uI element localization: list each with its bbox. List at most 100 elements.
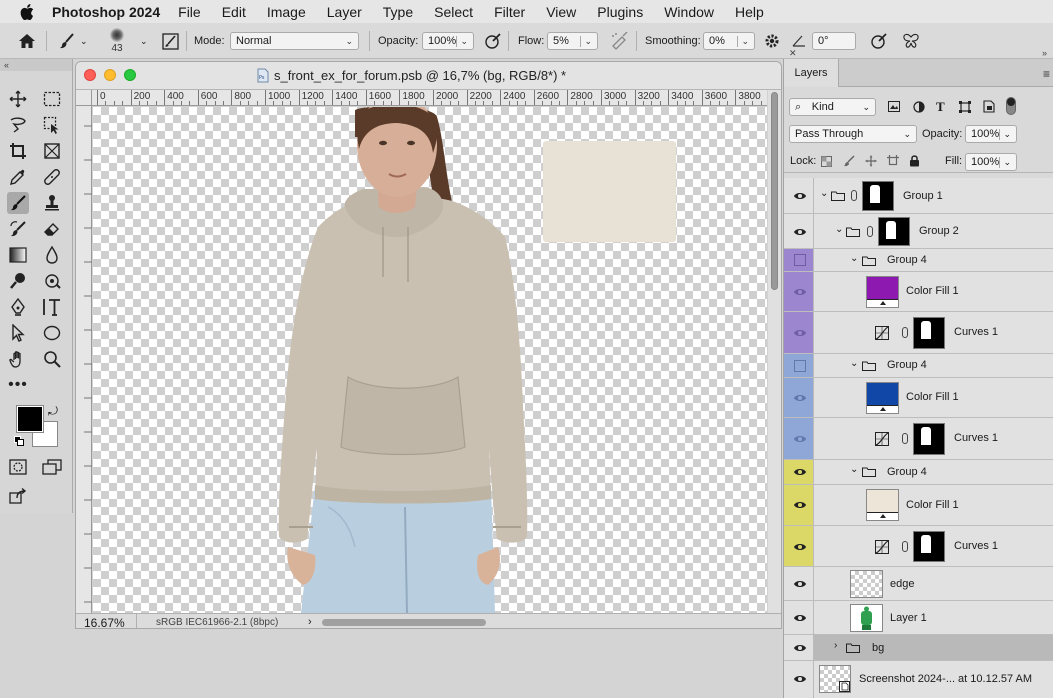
- path-selection-tool[interactable]: [7, 322, 29, 344]
- tool-preset-picker[interactable]: ⌄: [58, 23, 88, 59]
- brush-picker-chevron[interactable]: ⌄: [140, 23, 148, 59]
- tools-panel-header[interactable]: «: [0, 59, 72, 71]
- visibility-eye-icon[interactable]: [793, 613, 807, 623]
- minimize-window-button[interactable]: [104, 69, 116, 81]
- visibility-eye-icon[interactable]: [793, 467, 807, 477]
- layer-row[interactable]: ⌄ Group 2: [784, 214, 1053, 249]
- visibility-eye-icon[interactable]: [793, 643, 807, 653]
- visibility-eye-icon[interactable]: [793, 287, 807, 297]
- menu-edit[interactable]: Edit: [222, 4, 246, 20]
- filter-shape-icon[interactable]: [959, 101, 971, 113]
- layer-opacity-input[interactable]: 100% ⌄: [965, 125, 1017, 143]
- menu-file[interactable]: File: [178, 4, 201, 20]
- menu-type[interactable]: Type: [383, 4, 413, 20]
- panel-collapse-icon[interactable]: »: [1042, 48, 1047, 58]
- dodge-tool[interactable]: [7, 270, 29, 292]
- edit-toolbar-button[interactable]: •••: [7, 374, 29, 396]
- layer-row[interactable]: › bg: [784, 635, 1053, 661]
- share-button[interactable]: [7, 485, 29, 507]
- layer-mask-thumbnail[interactable]: [862, 181, 894, 211]
- foreground-color-swatch[interactable]: [16, 405, 44, 433]
- ellipse-tool[interactable]: [41, 322, 63, 344]
- color-profile-info[interactable]: sRGB IEC61966-2.1 (8bpc): [156, 617, 278, 628]
- menu-layer[interactable]: Layer: [327, 4, 362, 20]
- smart-object-thumbnail[interactable]: [819, 665, 851, 693]
- layer-mask-thumbnail[interactable]: [913, 531, 945, 562]
- menu-plugins[interactable]: Plugins: [597, 4, 643, 20]
- vertical-ruler[interactable]: [76, 106, 92, 614]
- crop-tool[interactable]: [7, 140, 29, 162]
- clone-stamp-tool[interactable]: [41, 192, 63, 214]
- fill-thumbnail[interactable]: [866, 382, 899, 414]
- layer-fill-input[interactable]: 100% ⌄: [965, 153, 1017, 171]
- brush-tool[interactable]: [7, 192, 29, 214]
- visibility-eye-icon[interactable]: [793, 579, 807, 589]
- gradient-tool[interactable]: [7, 244, 29, 266]
- layer-row[interactable]: edge: [784, 567, 1053, 601]
- filter-kind-select[interactable]: ⌕ Kind ⌄: [789, 98, 876, 116]
- symmetry-button[interactable]: [902, 23, 920, 59]
- layer-mask-thumbnail[interactable]: [913, 423, 945, 455]
- lock-transparent-pixels-icon[interactable]: [821, 156, 832, 167]
- blend-mode-select[interactable]: Normal ⌄: [230, 32, 359, 50]
- layer-row[interactable]: Color Fill 1: [784, 272, 1053, 312]
- smoothing-input[interactable]: 0% ⌄: [703, 32, 755, 50]
- horizontal-ruler[interactable]: 0 200 400 600 800 1000 1200 1400 1600 1800 2000 220…: [92, 90, 767, 106]
- mask-link-icon[interactable]: [867, 226, 873, 237]
- menu-image[interactable]: Image: [267, 4, 306, 20]
- vertical-scrollbar[interactable]: [768, 90, 781, 613]
- status-info-chevron[interactable]: ›: [308, 616, 312, 628]
- mask-link-icon[interactable]: [902, 327, 908, 338]
- mask-link-icon[interactable]: [851, 190, 857, 201]
- filter-pixel-icon[interactable]: [888, 101, 900, 112]
- layer-thumbnail[interactable]: [850, 604, 883, 632]
- default-colors-button[interactable]: [14, 436, 24, 446]
- fill-thumbnail[interactable]: [866, 489, 899, 521]
- menu-filter[interactable]: Filter: [494, 4, 525, 20]
- eyedropper-tool[interactable]: [7, 166, 29, 188]
- layer-row[interactable]: ⌄ Group 4: [784, 354, 1053, 378]
- frame-tool[interactable]: [41, 140, 63, 162]
- layer-row[interactable]: ⌄ Group 4: [784, 249, 1053, 272]
- menu-help[interactable]: Help: [735, 4, 764, 20]
- layer-row[interactable]: Curves 1: [784, 312, 1053, 354]
- visibility-eye-icon[interactable]: [793, 191, 807, 201]
- layer-blend-mode-select[interactable]: Pass Through ⌄: [789, 125, 917, 143]
- fill-thumbnail[interactable]: [866, 276, 899, 308]
- expand-chevron-icon[interactable]: ⌄: [820, 188, 828, 199]
- lock-image-pixels-icon[interactable]: [843, 155, 855, 167]
- opacity-input[interactable]: 100% ⌄: [422, 32, 474, 50]
- visibility-eye-icon[interactable]: [793, 674, 807, 684]
- smudge-tool[interactable]: [41, 270, 63, 292]
- flow-input[interactable]: 5% ⌄: [547, 32, 598, 50]
- expand-chevron-icon[interactable]: ⌄: [850, 358, 858, 369]
- zoom-window-button[interactable]: [124, 69, 136, 81]
- eraser-tool[interactable]: [41, 218, 63, 240]
- visibility-eye-icon[interactable]: [793, 227, 807, 237]
- layer-row[interactable]: Layer 1: [784, 601, 1053, 635]
- home-button[interactable]: [18, 23, 36, 59]
- pressure-opacity-toggle[interactable]: [484, 23, 502, 59]
- collapse-chevron-icon[interactable]: ›: [834, 640, 837, 651]
- mask-link-icon[interactable]: [902, 433, 908, 444]
- filter-smart-object-icon[interactable]: [983, 100, 995, 113]
- swap-colors-button[interactable]: ⤾: [48, 404, 58, 419]
- healing-brush-tool[interactable]: [41, 166, 63, 188]
- app-name-menu[interactable]: Photoshop 2024: [52, 4, 160, 20]
- layer-mask-thumbnail[interactable]: [878, 217, 910, 246]
- brush-size-picker[interactable]: 43: [110, 23, 124, 59]
- horizontal-scroll-thumb[interactable]: [322, 619, 486, 626]
- brush-angle-input[interactable]: 0°: [812, 32, 856, 50]
- layer-row[interactable]: Curves 1: [784, 418, 1053, 460]
- airbrush-toggle[interactable]: [610, 23, 630, 59]
- vertical-scroll-thumb[interactable]: [771, 92, 778, 290]
- pen-tool[interactable]: [7, 296, 29, 318]
- layer-row[interactable]: Screenshot 2024-... at 10.12.57 AM: [784, 661, 1053, 698]
- expand-chevron-icon[interactable]: ⌄: [850, 464, 858, 475]
- object-selection-tool[interactable]: [41, 114, 63, 136]
- menu-view[interactable]: View: [546, 4, 576, 20]
- screen-mode-button[interactable]: [41, 456, 63, 478]
- layer-row[interactable]: ⌄ Group 4: [784, 460, 1053, 485]
- pressure-size-toggle[interactable]: [870, 23, 888, 59]
- menu-window[interactable]: Window: [664, 4, 714, 20]
